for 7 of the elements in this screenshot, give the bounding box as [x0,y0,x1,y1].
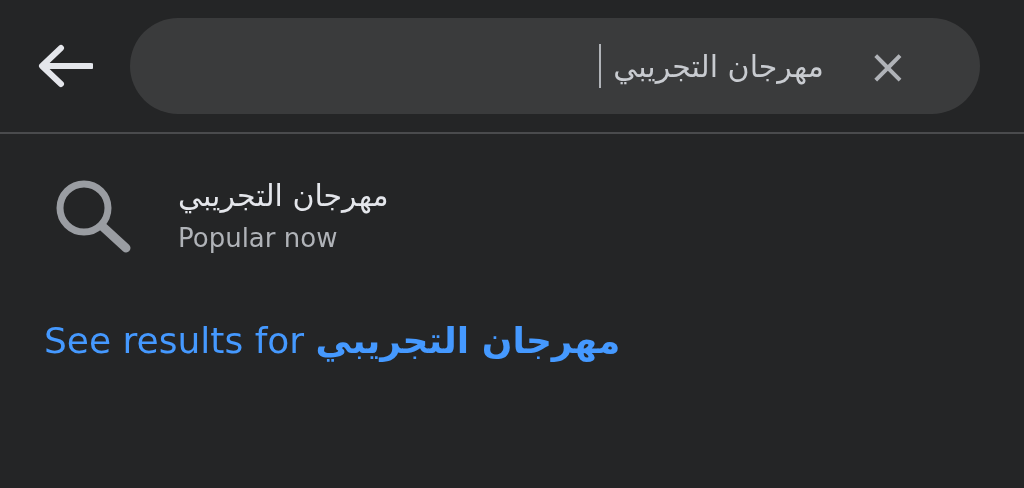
suggestion-title: مهرجان التجريبي [178,177,389,216]
search-icon [54,178,132,254]
text-cursor [599,44,602,88]
clear-button[interactable]: × [867,42,908,90]
back-arrow-icon [37,44,93,88]
search-field[interactable]: مهرجان التجريبي × [130,18,980,114]
suggestion-subtitle: Popular now [178,222,338,255]
